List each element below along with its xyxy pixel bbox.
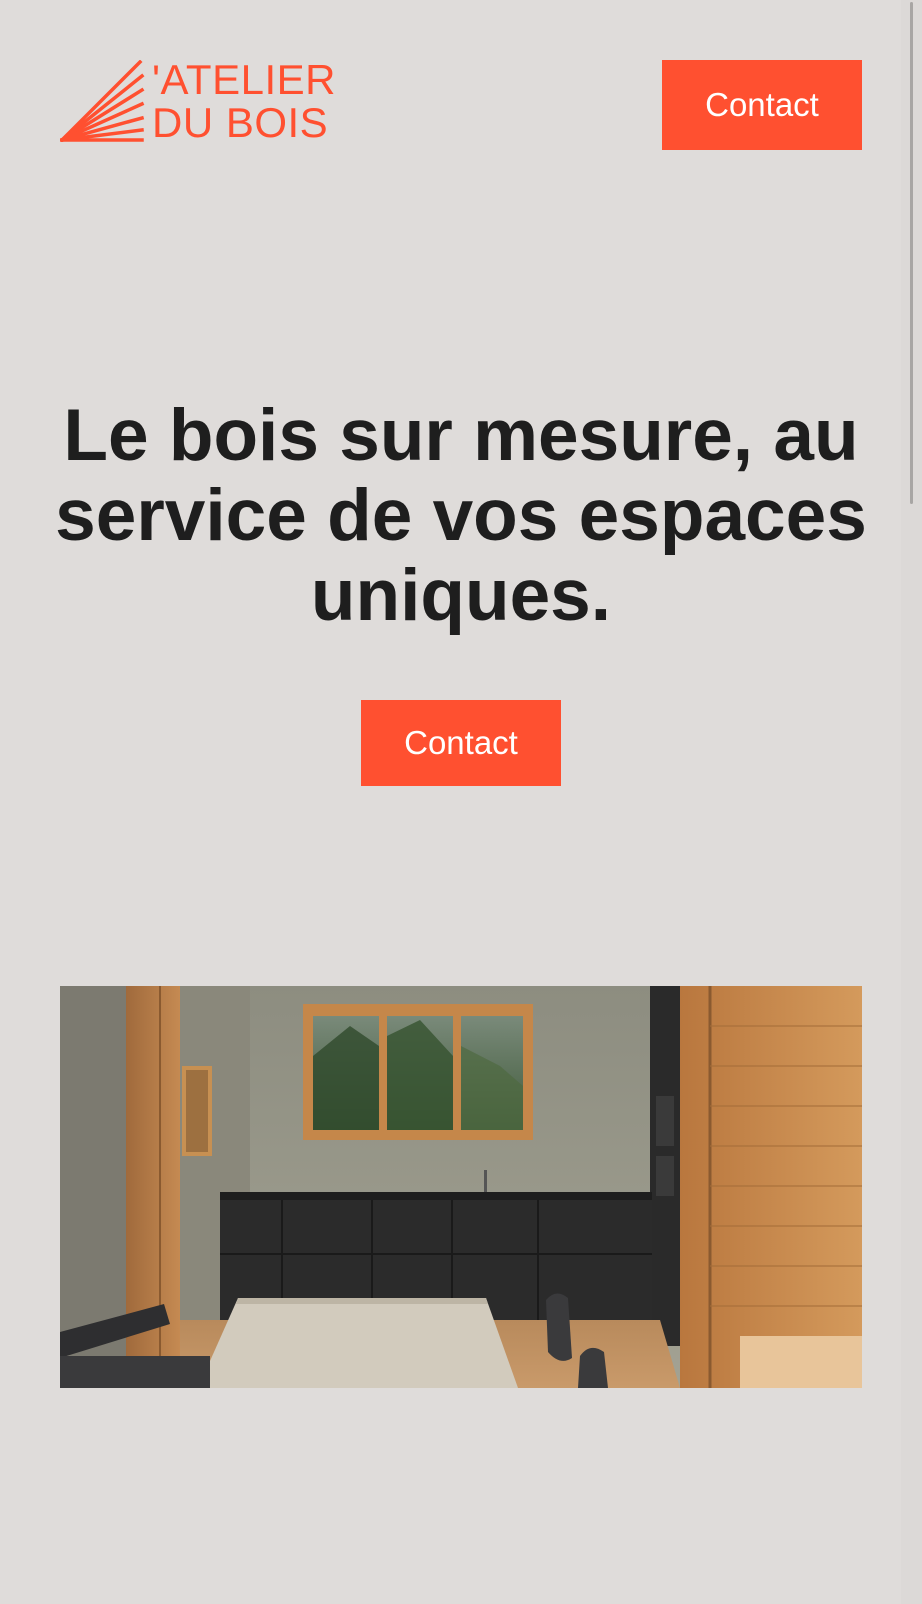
logo-rays-icon [60, 60, 145, 142]
header-contact-button[interactable]: Contact [662, 60, 862, 150]
kitchen-photo-illustration [60, 986, 862, 1388]
logo-line-2: DU BOIS [152, 99, 329, 146]
logo-line-1: 'ATELIER [152, 56, 336, 103]
logo-wordmark: 'ATELIER DU BOIS [152, 58, 336, 144]
brand-logo[interactable]: 'ATELIER DU BOIS [60, 58, 340, 144]
hero-contact-button[interactable]: Contact [361, 700, 561, 786]
kitchen-photo [60, 986, 862, 1388]
hero-title: Le bois sur mesure, au service de vos es… [55, 395, 867, 636]
scrollbar-thumb[interactable] [910, 2, 913, 504]
scrollbar[interactable] [901, 0, 922, 1604]
page: 'ATELIER DU BOIS Contact Le bois sur mes… [0, 0, 922, 1604]
